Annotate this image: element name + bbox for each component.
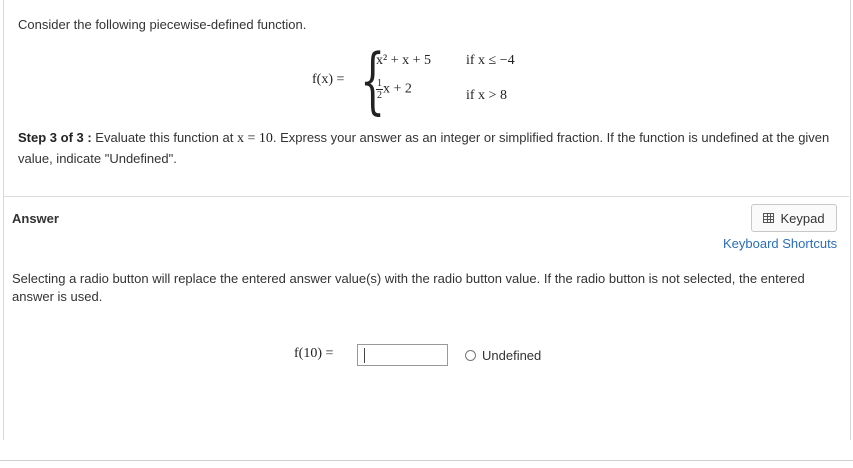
case1-expression: x² + x + 5 bbox=[376, 53, 431, 68]
keypad-button[interactable]: Keypad bbox=[751, 204, 837, 232]
text-caret bbox=[364, 348, 365, 363]
calculator-icon bbox=[763, 213, 775, 223]
case2-expression-rest: x + 2 bbox=[383, 81, 412, 97]
question-panel: Consider the following piecewise-defined… bbox=[4, 0, 849, 197]
step-math: x = 10 bbox=[236, 131, 273, 146]
bottom-divider bbox=[0, 460, 853, 461]
undefined-radio-button[interactable] bbox=[465, 350, 476, 361]
keypad-label: Keypad bbox=[780, 210, 825, 226]
case2-condition: if x > 8 bbox=[466, 88, 507, 103]
case1-condition: if x ≤ −4 bbox=[466, 53, 515, 68]
radio-note: Selecting a radio button will replace th… bbox=[12, 271, 805, 304]
keyboard-shortcuts-link[interactable]: Keyboard Shortcuts bbox=[723, 236, 837, 251]
undefined-radio-option[interactable]: Undefined bbox=[465, 348, 541, 363]
answer-heading: Answer bbox=[12, 211, 59, 226]
case2-expression: 1 2 x + 2 bbox=[376, 78, 412, 101]
function-label: f(x) = bbox=[312, 72, 345, 87]
case2-fraction: 1 2 bbox=[376, 78, 383, 101]
step-instructions: Step 3 of 3 : Evaluate this function at … bbox=[18, 128, 833, 169]
step-label: Step 3 of 3 : bbox=[18, 130, 92, 145]
fraction-denominator: 2 bbox=[377, 90, 382, 101]
question-prompt: Consider the following piecewise-defined… bbox=[18, 17, 307, 32]
fraction-numerator: 1 bbox=[376, 78, 383, 90]
undefined-radio-label: Undefined bbox=[482, 348, 542, 363]
step-text-before: Evaluate this function at bbox=[91, 130, 237, 145]
answer-input-label: f(10) = bbox=[294, 346, 334, 361]
answer-input[interactable] bbox=[357, 344, 448, 366]
